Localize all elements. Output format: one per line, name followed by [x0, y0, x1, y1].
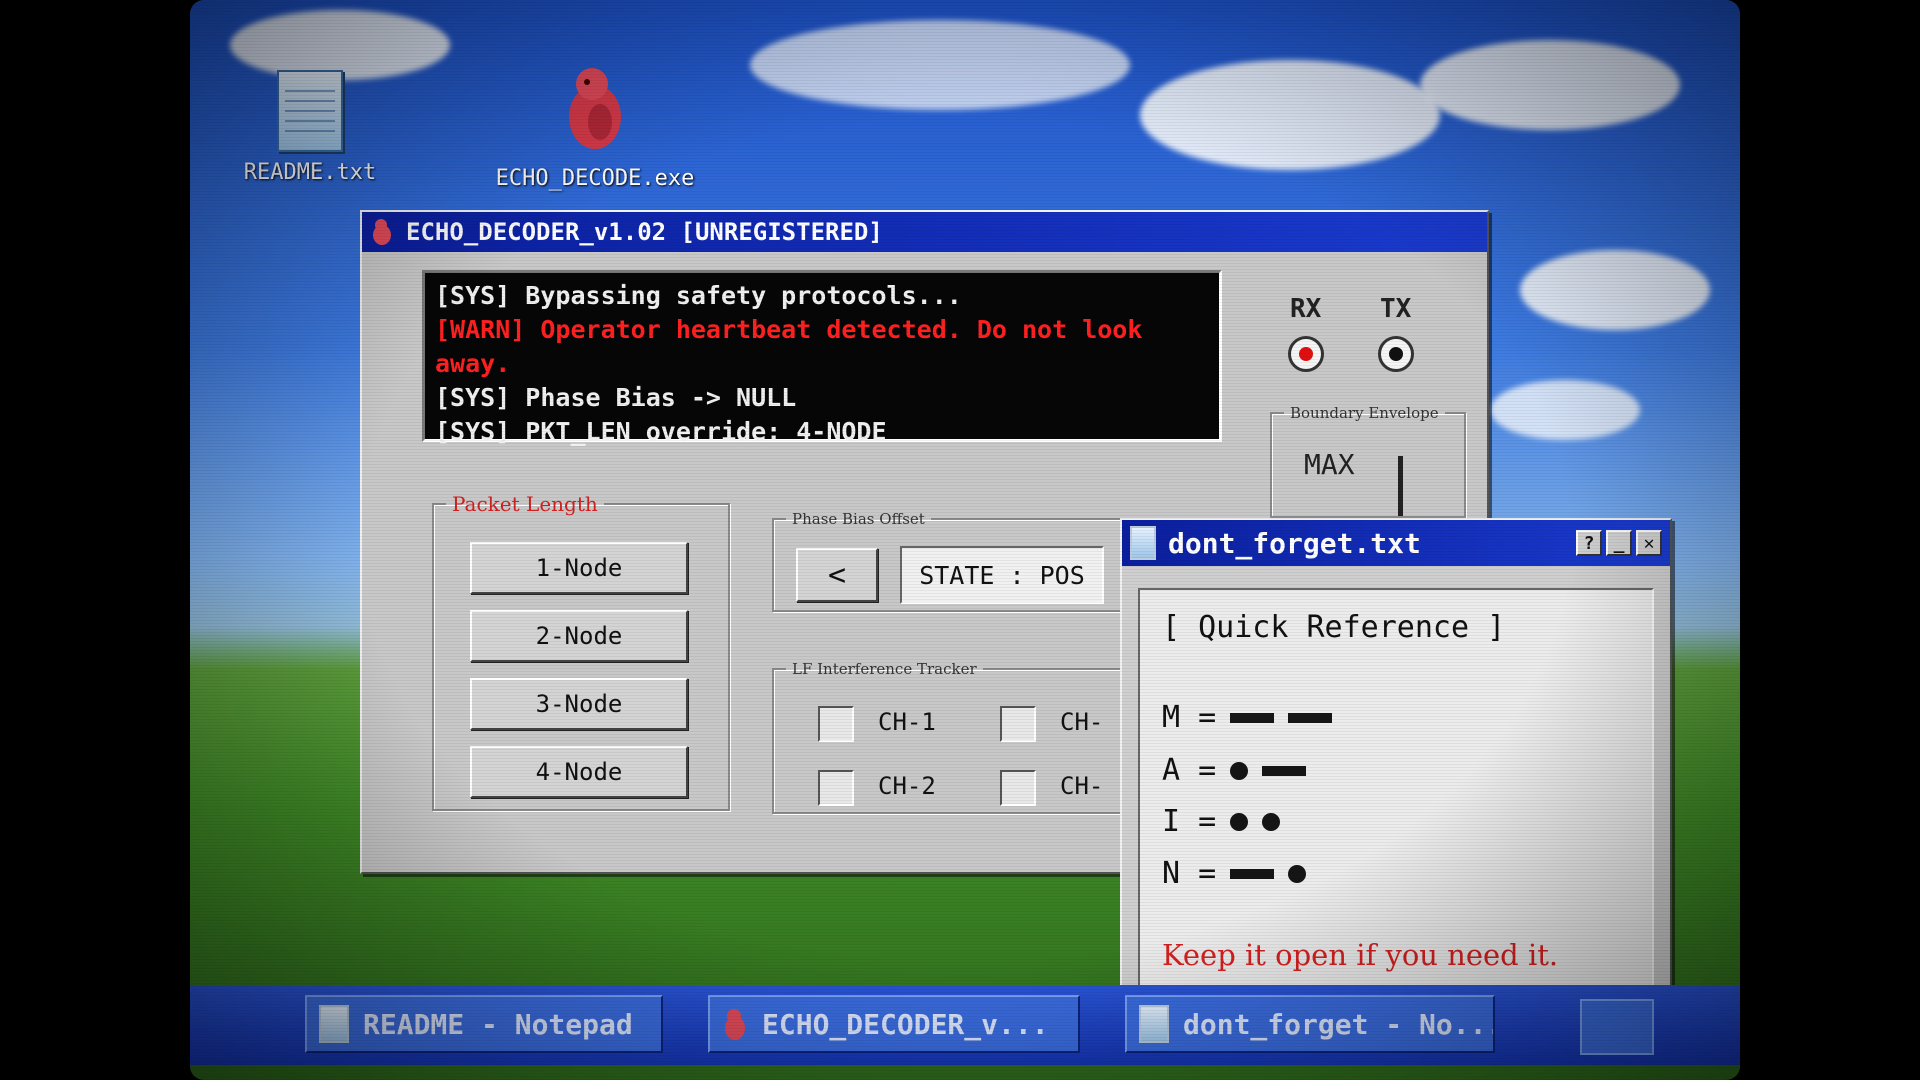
- packet-2-node-button[interactable]: 2-Node: [470, 610, 688, 662]
- taskbar-label: ECHO_DECODER_v...: [762, 1007, 1049, 1041]
- cloud: [1520, 250, 1710, 330]
- phase-bias-prev-button[interactable]: <: [796, 548, 878, 602]
- tx-label: TX: [1380, 294, 1412, 324]
- morse-letter: I =: [1162, 804, 1217, 839]
- notepad-icon: [1139, 1005, 1169, 1043]
- note-heading: [ Quick Reference ]: [1162, 610, 1506, 645]
- morse-dot: [1288, 864, 1307, 883]
- tray-icon[interactable]: [1580, 999, 1654, 1055]
- ch4-label: CH-: [1060, 772, 1104, 800]
- cloud: [750, 20, 1130, 110]
- close-button[interactable]: ✕: [1636, 530, 1662, 556]
- morse-dash: [1230, 868, 1275, 879]
- notepad-window: dont_forget.txt ? _ ✕ [ Quick Reference …: [1120, 518, 1672, 1022]
- phase-bias-group: Phase Bias Offset < STATE : POS: [772, 510, 1156, 612]
- packet-3-node-button[interactable]: 3-Node: [470, 678, 688, 730]
- taskbar-label: README - Notepad: [363, 1007, 633, 1041]
- ch1-checkbox[interactable]: [818, 706, 854, 742]
- morse-dash: [1230, 712, 1275, 723]
- cloud: [1490, 380, 1640, 440]
- console-line: [SYS] Bypassing safety protocols...: [435, 281, 962, 310]
- morse-dash: [1262, 765, 1307, 776]
- ch2-label: CH-2: [878, 772, 936, 800]
- tx-indicator: [1378, 336, 1414, 372]
- ch1-label: CH-1: [878, 708, 936, 736]
- group-label: LF Interference Tracker: [792, 660, 977, 678]
- packet-length-group: Packet Length 1-Node 2-Node 3-Node 4-Nod…: [432, 492, 730, 811]
- note-footer: Keep it open if you need it.: [1162, 938, 1559, 972]
- morse-letter: N =: [1162, 856, 1217, 891]
- ch4-checkbox[interactable]: [1000, 770, 1036, 806]
- packet-1-node-button[interactable]: 1-Node: [470, 542, 688, 594]
- taskbar-item-readme[interactable]: README - Notepad: [305, 995, 663, 1053]
- morse-row-m: M =: [1162, 700, 1333, 735]
- ch3-label: CH-: [1060, 708, 1104, 736]
- rx-indicator: [1288, 336, 1324, 372]
- phase-bias-state: STATE : POS: [900, 546, 1104, 604]
- packet-4-node-button[interactable]: 4-Node: [470, 746, 688, 798]
- cloud: [1140, 60, 1440, 170]
- ch2-checkbox[interactable]: [818, 770, 854, 806]
- decoder-titlebar[interactable]: ECHO_DECODER_v1.02 [UNREGISTERED]: [362, 212, 1487, 252]
- morse-dash: [1288, 712, 1333, 723]
- morse-dot: [1262, 812, 1281, 831]
- morse-dot: [1230, 761, 1249, 780]
- rx-label: RX: [1290, 294, 1322, 324]
- notepad-icon: [319, 1005, 349, 1043]
- boundary-envelope-group: Boundary Envelope MAX: [1270, 404, 1466, 518]
- envelope-slider[interactable]: [1398, 456, 1403, 516]
- morse-letter: A =: [1162, 753, 1217, 788]
- help-button[interactable]: ?: [1576, 530, 1602, 556]
- console-warning-line: [WARN] Operator heartbeat detected. Do n…: [435, 315, 1143, 378]
- taskbar: README - Notepad ECHO_DECODER_v... dont_…: [190, 985, 1740, 1065]
- notepad-titlebar[interactable]: dont_forget.txt ? _ ✕: [1122, 520, 1670, 566]
- console-line: [SYS] Phase Bias -> NULL: [435, 383, 797, 412]
- console-log: [SYS] Bypassing safety protocols... [WAR…: [422, 270, 1222, 446]
- red-bird-icon: [569, 68, 621, 149]
- desktop-icon-label: ECHO_DECODE.exe: [495, 166, 695, 191]
- morse-row-a: A =: [1162, 753, 1307, 788]
- notepad-icon: [1130, 526, 1156, 560]
- group-label: Phase Bias Offset: [792, 510, 925, 528]
- morse-dot: [1230, 812, 1249, 831]
- boundary-envelope-value: MAX: [1304, 448, 1355, 481]
- crt-screen: README.txt ECHO_DECODE.exe ECHO_DECODER_…: [190, 0, 1740, 1080]
- red-bird-icon: [373, 219, 391, 245]
- desktop-icon-readme[interactable]: README.txt: [235, 70, 385, 185]
- morse-row-n: N =: [1162, 856, 1307, 891]
- morse-letter: M =: [1162, 700, 1217, 735]
- window-title: ECHO_DECODER_v1.02 [UNREGISTERED]: [406, 218, 883, 246]
- red-bird-icon: [725, 1009, 745, 1040]
- minimize-button[interactable]: _: [1606, 530, 1632, 556]
- notepad-text-area[interactable]: [ Quick Reference ] M = A = I = N = Keep…: [1138, 588, 1654, 1002]
- notepad-icon: [277, 70, 343, 152]
- group-label: Boundary Envelope: [1290, 404, 1439, 422]
- cloud: [1420, 40, 1680, 130]
- morse-row-i: I =: [1162, 804, 1281, 839]
- group-label: Packet Length: [452, 492, 598, 516]
- desktop-icon-echo-decode[interactable]: ECHO_DECODE.exe: [470, 62, 720, 191]
- taskbar-item-dont-forget[interactable]: dont_forget - No...: [1125, 995, 1495, 1053]
- console-line: [SYS] PKT_LEN override: 4-NODE: [435, 417, 887, 446]
- taskbar-item-echo-decoder[interactable]: ECHO_DECODER_v...: [708, 995, 1080, 1053]
- ch3-checkbox[interactable]: [1000, 706, 1036, 742]
- desktop-icon-label: README.txt: [243, 160, 377, 185]
- window-title: dont_forget.txt: [1168, 526, 1421, 560]
- taskbar-label: dont_forget - No...: [1183, 1007, 1495, 1041]
- lf-tracker-group: LF Interference Tracker CH-1 CH- CH-2 CH…: [772, 660, 1156, 814]
